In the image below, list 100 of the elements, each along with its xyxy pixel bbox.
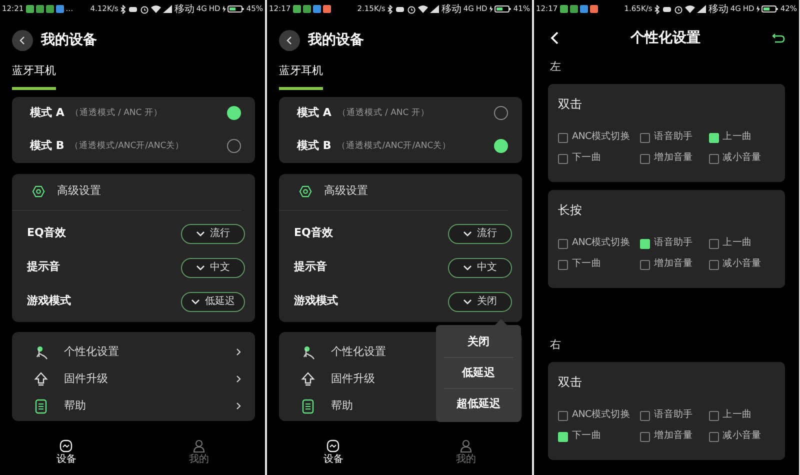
checkbox[interactable] <box>708 432 719 442</box>
option-label: 上一曲 <box>722 130 752 144</box>
battery-icon <box>222 5 244 13</box>
checkbox[interactable] <box>558 410 568 420</box>
device-icon <box>59 439 74 453</box>
checkbox[interactable] <box>558 238 568 248</box>
back-icon <box>19 36 26 44</box>
mode-description: （通透模式 / ANC 开） <box>70 106 164 120</box>
checkbox[interactable] <box>558 132 568 142</box>
mode-name: 模式 A <box>30 104 64 121</box>
checkbox[interactable] <box>640 132 650 142</box>
signal-icon <box>697 5 706 13</box>
option-label: 上一曲 <box>722 236 752 250</box>
setting-label: 提示音 <box>294 259 327 276</box>
checkbox[interactable] <box>640 260 650 270</box>
menu-option[interactable]: 低延迟 <box>444 358 513 389</box>
checkbox[interactable] <box>708 238 719 248</box>
option-label: 增加音量 <box>654 151 693 166</box>
alarm-icon <box>140 4 150 14</box>
mode-name: 模式 A <box>297 104 332 121</box>
menu-item[interactable]: 帮助 <box>64 398 86 414</box>
menu-item[interactable]: 个性化设置 <box>331 344 386 360</box>
menu-item[interactable]: 固件升级 <box>64 370 108 388</box>
dropdown-button[interactable]: 关闭 <box>448 292 512 312</box>
chevron-down-icon <box>196 264 205 270</box>
menu-option[interactable]: 关闭 <box>444 327 513 358</box>
mode-description: （通透模式 / ANC 开） <box>337 106 430 120</box>
person-touch-icon <box>301 344 315 360</box>
option-label: 语音助手 <box>654 130 693 144</box>
mode-description: （通透模式/ANC开/ANC关） <box>337 140 452 152</box>
option-label: 下一曲 <box>572 257 602 272</box>
upload-arrow-icon <box>34 372 48 386</box>
dropdown-button[interactable]: 流行 <box>181 224 245 244</box>
menu-item[interactable]: 固件升级 <box>331 370 375 388</box>
menu-item[interactable]: 个性化设置 <box>64 344 119 360</box>
back-button[interactable] <box>12 30 33 50</box>
checkbox[interactable] <box>558 260 568 270</box>
section-title: 高级设置 <box>57 183 101 200</box>
group-title: 双击 <box>558 374 583 390</box>
battery-icon <box>489 5 512 13</box>
side-label: 左 <box>550 60 562 74</box>
option-label: ANC模式切换 <box>572 236 630 250</box>
radio-button[interactable] <box>227 139 241 153</box>
checkbox[interactable] <box>640 238 650 248</box>
menu-option[interactable]: 超低延迟 <box>444 389 513 420</box>
tab[interactable]: 蓝牙耳机 <box>12 62 56 90</box>
option-label: 上一曲 <box>722 408 752 422</box>
dropdown-button[interactable]: 低延迟 <box>181 292 245 312</box>
side-label: 右 <box>550 338 562 352</box>
checkbox[interactable] <box>640 154 650 164</box>
vibrate-icon <box>662 6 672 12</box>
mode-name: 模式 B <box>30 138 64 154</box>
menu-item[interactable]: 帮助 <box>331 398 353 414</box>
group-title: 长按 <box>558 202 583 218</box>
chevron-down-icon <box>463 298 472 304</box>
carrier-name: 移动 <box>441 2 462 16</box>
page-title: 个性化设置 <box>630 28 700 48</box>
radio-button[interactable] <box>494 139 508 153</box>
checkbox[interactable] <box>708 154 719 164</box>
dropdown-button[interactable]: 流行 <box>448 224 512 244</box>
checkbox[interactable] <box>708 132 719 142</box>
back-icon[interactable] <box>550 31 559 45</box>
checkbox[interactable] <box>640 432 650 442</box>
signal-icon <box>430 5 440 13</box>
person-icon <box>458 439 473 453</box>
undo-icon[interactable] <box>772 33 785 43</box>
radio-button[interactable] <box>227 106 241 120</box>
bluetooth-icon <box>387 4 394 14</box>
nav-tab[interactable]: 我的 <box>400 439 532 475</box>
checkbox[interactable] <box>640 410 650 420</box>
option-label: 减小音量 <box>722 151 762 166</box>
page-title: 我的设备 <box>41 30 97 50</box>
option-label: 减小音量 <box>722 257 762 272</box>
alarm-icon <box>674 4 684 14</box>
dropdown-button[interactable]: 中文 <box>448 258 512 278</box>
vibrate-icon <box>395 6 406 12</box>
signal-icon <box>163 5 172 13</box>
option-label: 减小音量 <box>722 429 762 444</box>
vibrate-icon <box>128 6 138 12</box>
alarm-icon <box>407 4 416 14</box>
page-title: 我的设备 <box>308 30 364 50</box>
checkbox[interactable] <box>558 432 568 442</box>
nav-tab[interactable]: 设备 <box>0 439 132 475</box>
checkbox[interactable] <box>558 154 568 164</box>
checkbox[interactable] <box>708 410 719 420</box>
tab[interactable]: 蓝牙耳机 <box>279 62 323 90</box>
checkbox[interactable] <box>708 260 719 270</box>
option-label: 增加音量 <box>654 257 693 272</box>
option-label: ANC模式切换 <box>572 408 630 422</box>
section-title: 高级设置 <box>324 183 368 200</box>
option-label: 下一曲 <box>572 151 602 166</box>
radio-button[interactable] <box>494 106 508 120</box>
setting-label: EQ音效 <box>27 225 66 242</box>
nav-tab[interactable]: 我的 <box>132 439 265 475</box>
back-button[interactable] <box>279 30 300 50</box>
battery-icon <box>756 5 778 13</box>
nav-tab[interactable]: 设备 <box>267 439 400 475</box>
dropdown-button[interactable]: 中文 <box>181 258 245 278</box>
document-icon <box>301 398 315 414</box>
chevron-down-icon <box>191 298 200 304</box>
